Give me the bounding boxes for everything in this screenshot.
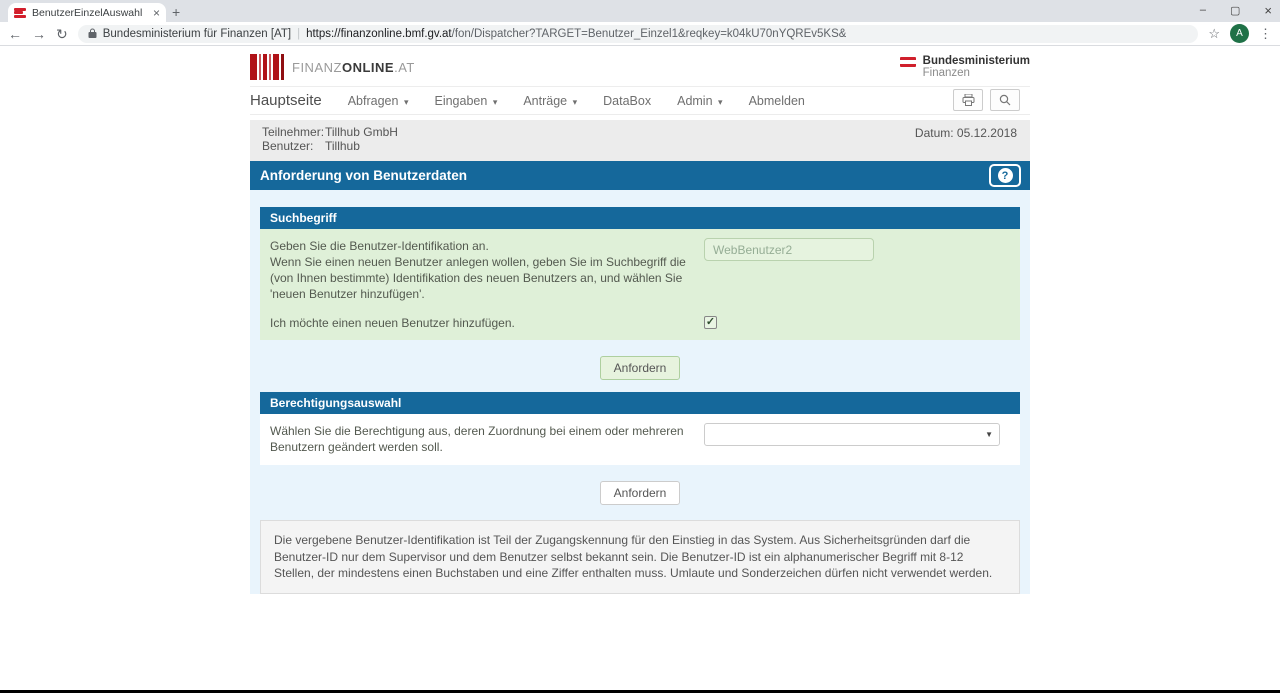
info-box: Die vergebene Benutzer-Identifikation is… xyxy=(260,520,1020,594)
new-user-checkbox-label: Ich möchte einen neuen Benutzer hinzufüg… xyxy=(270,316,515,330)
forward-button[interactable]: → xyxy=(32,27,46,41)
suchbegriff-instructions: Geben Sie die Benutzer-Identifikation an… xyxy=(270,238,704,302)
instruction-line2: Wenn Sie einen neuen Benutzer anlegen wo… xyxy=(270,255,686,301)
tab-close-icon[interactable]: × xyxy=(153,7,160,19)
page-url: https://finanzonline.bmf.gv.at/fon/Dispa… xyxy=(306,28,846,40)
page-title: Anforderung von Benutzerdaten xyxy=(260,168,468,183)
browser-menu-icon[interactable]: ⋮ xyxy=(1259,26,1272,42)
search-icon xyxy=(999,94,1011,106)
bookmark-star-icon[interactable]: ☆ xyxy=(1208,26,1220,42)
nav-abfragen[interactable]: Abfragen ▾ xyxy=(348,94,409,108)
nav-admin[interactable]: Admin ▾ xyxy=(677,94,722,108)
page-body: FINANZONLINE.AT Bundesministerium Finanz… xyxy=(0,46,1280,690)
ministry-logo: Bundesministerium Finanzen xyxy=(899,55,1030,79)
nav-antraege[interactable]: Anträge ▾ xyxy=(523,94,577,108)
date-display: Datum: 05.12.2018 xyxy=(914,126,1017,140)
lock-icon xyxy=(88,28,97,39)
berechtigung-section: Berechtigungsauswahl Wählen Sie die Bere… xyxy=(260,392,1020,465)
reload-button[interactable]: ↻ xyxy=(56,27,68,41)
print-button[interactable] xyxy=(953,89,983,111)
suchbegriff-input[interactable] xyxy=(704,238,874,261)
browser-toolbar: ← → ↻ Bundesministerium für Finanzen [AT… xyxy=(0,22,1280,46)
anfordern-button-suchbegriff[interactable]: Anfordern xyxy=(599,356,681,380)
address-bar[interactable]: Bundesministerium für Finanzen [AT] | ht… xyxy=(77,24,1199,43)
nav-abmelden[interactable]: Abmelden xyxy=(749,94,805,108)
finanzonline-favicon-icon xyxy=(14,7,26,18)
printer-icon xyxy=(962,94,974,106)
window-restore-button[interactable]: ▢ xyxy=(1230,4,1240,17)
teilnehmer-label: Teilnehmer: xyxy=(262,125,325,139)
suchbegriff-header: Suchbegriff xyxy=(260,207,1020,229)
chevron-down-icon: ▾ xyxy=(401,96,409,107)
suchbegriff-section: Suchbegriff Geben Sie die Benutzer-Ident… xyxy=(260,207,1020,340)
nav-databox[interactable]: DataBox xyxy=(603,94,651,108)
profile-avatar[interactable]: A xyxy=(1230,24,1249,43)
instruction-line1: Geben Sie die Benutzer-Identifikation an… xyxy=(270,239,489,253)
tab-title: BenutzerEinzelAuswahl xyxy=(32,6,143,19)
berechtigung-header: Berechtigungsauswahl xyxy=(260,392,1020,414)
suchbegriff-header-label: Suchbegriff xyxy=(270,211,337,225)
address-divider: | xyxy=(297,27,301,40)
site-header: FINANZONLINE.AT Bundesministerium Finanz… xyxy=(250,46,1030,87)
finanzonline-logo[interactable]: FINANZONLINE.AT xyxy=(250,54,415,80)
berechtigung-select[interactable]: ▼ xyxy=(704,423,1000,446)
chevron-down-icon: ▾ xyxy=(570,96,578,107)
berechtigung-header-label: Berechtigungsauswahl xyxy=(270,396,402,410)
nav-hauptseite[interactable]: Hauptseite xyxy=(250,92,322,109)
austria-flag-icon xyxy=(899,57,916,67)
window-minimize-button[interactable]: – xyxy=(1200,4,1206,16)
benutzer-label: Benutzer: xyxy=(262,139,314,153)
teilnehmer-value: Tillhub GmbH xyxy=(325,125,398,139)
window-close-button[interactable]: × xyxy=(1264,3,1272,18)
logo-text: FINANZONLINE.AT xyxy=(292,59,415,75)
search-button[interactable] xyxy=(990,89,1020,111)
berechtigung-instructions: Wählen Sie die Berechtigung aus, deren Z… xyxy=(270,424,684,454)
nav-eingaben[interactable]: Eingaben ▾ xyxy=(434,94,497,108)
chevron-down-icon: ▾ xyxy=(715,96,723,107)
site-identity-label: Bundesministerium für Finanzen [AT] xyxy=(102,27,292,40)
help-button[interactable]: ? xyxy=(989,164,1021,187)
info-text: Die vergebene Benutzer-Identifikation is… xyxy=(274,533,993,580)
browser-tab[interactable]: BenutzerEinzelAuswahl × xyxy=(8,3,166,22)
browser-tab-bar: BenutzerEinzelAuswahl × + – ▢ × xyxy=(0,0,1280,22)
anfordern-button-berechtigung[interactable]: Anfordern xyxy=(599,481,681,505)
benutzer-value: Tillhub xyxy=(325,139,360,153)
ministry-sub: Finanzen xyxy=(922,67,970,79)
back-button[interactable]: ← xyxy=(8,27,22,41)
session-info-band: Teilnehmer: Tillhub GmbH Benutzer: Tillh… xyxy=(250,120,1030,161)
page-title-bar: Anforderung von Benutzerdaten ? xyxy=(250,161,1030,190)
question-mark-icon: ? xyxy=(997,168,1013,183)
url-host: https://finanzonline.bmf.gv.at xyxy=(306,27,452,40)
new-tab-button[interactable]: + xyxy=(172,4,180,20)
main-navigation: Hauptseite Abfragen ▾ Eingaben ▾ Anträge… xyxy=(250,87,1030,115)
ministry-name: Bundesministerium xyxy=(922,55,1030,67)
logo-bars-icon xyxy=(250,54,284,80)
content-area: Suchbegriff Geben Sie die Benutzer-Ident… xyxy=(250,190,1030,594)
select-caret-icon: ▼ xyxy=(985,430,993,439)
url-path: /fon/Dispatcher?TARGET=Benutzer_Einzel1&… xyxy=(451,27,847,40)
chevron-down-icon: ▾ xyxy=(490,96,498,107)
new-user-checkbox[interactable] xyxy=(704,316,717,329)
